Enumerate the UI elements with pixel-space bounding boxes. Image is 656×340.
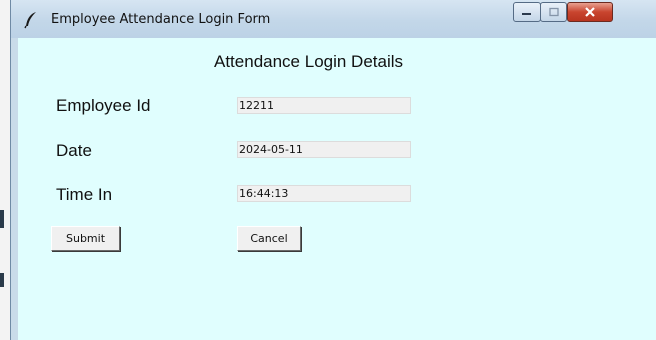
form-heading: Attendance Login Details [214, 52, 404, 71]
form-area: Attendance Login Details Employee Id 122… [18, 38, 656, 340]
submit-button[interactable]: Submit [51, 226, 120, 251]
maximize-icon [541, 3, 566, 21]
close-icon [568, 3, 612, 21]
close-button[interactable] [567, 2, 613, 22]
date-field[interactable]: 2024-05-11 [237, 141, 411, 158]
app-window: Employee Attendance Login Form Attendanc… [10, 0, 656, 340]
date-label: Date [56, 141, 92, 160]
employee-id-field[interactable]: 12211 [237, 97, 411, 114]
desktop-edge-mark [0, 273, 4, 287]
window-title: Employee Attendance Login Form [51, 12, 271, 27]
minimize-icon [514, 3, 540, 21]
maximize-button[interactable] [540, 2, 567, 22]
cancel-button[interactable]: Cancel [237, 226, 301, 251]
time-in-label: Time In [56, 185, 113, 204]
minimize-button[interactable] [513, 2, 541, 22]
time-in-field[interactable]: 16:44:13 [237, 185, 411, 202]
desktop-edge-mark [0, 210, 4, 228]
employee-id-label: Employee Id [56, 96, 151, 115]
desktop-background [0, 0, 10, 340]
title-bar[interactable]: Employee Attendance Login Form [11, 0, 656, 38]
feather-icon [24, 12, 36, 29]
